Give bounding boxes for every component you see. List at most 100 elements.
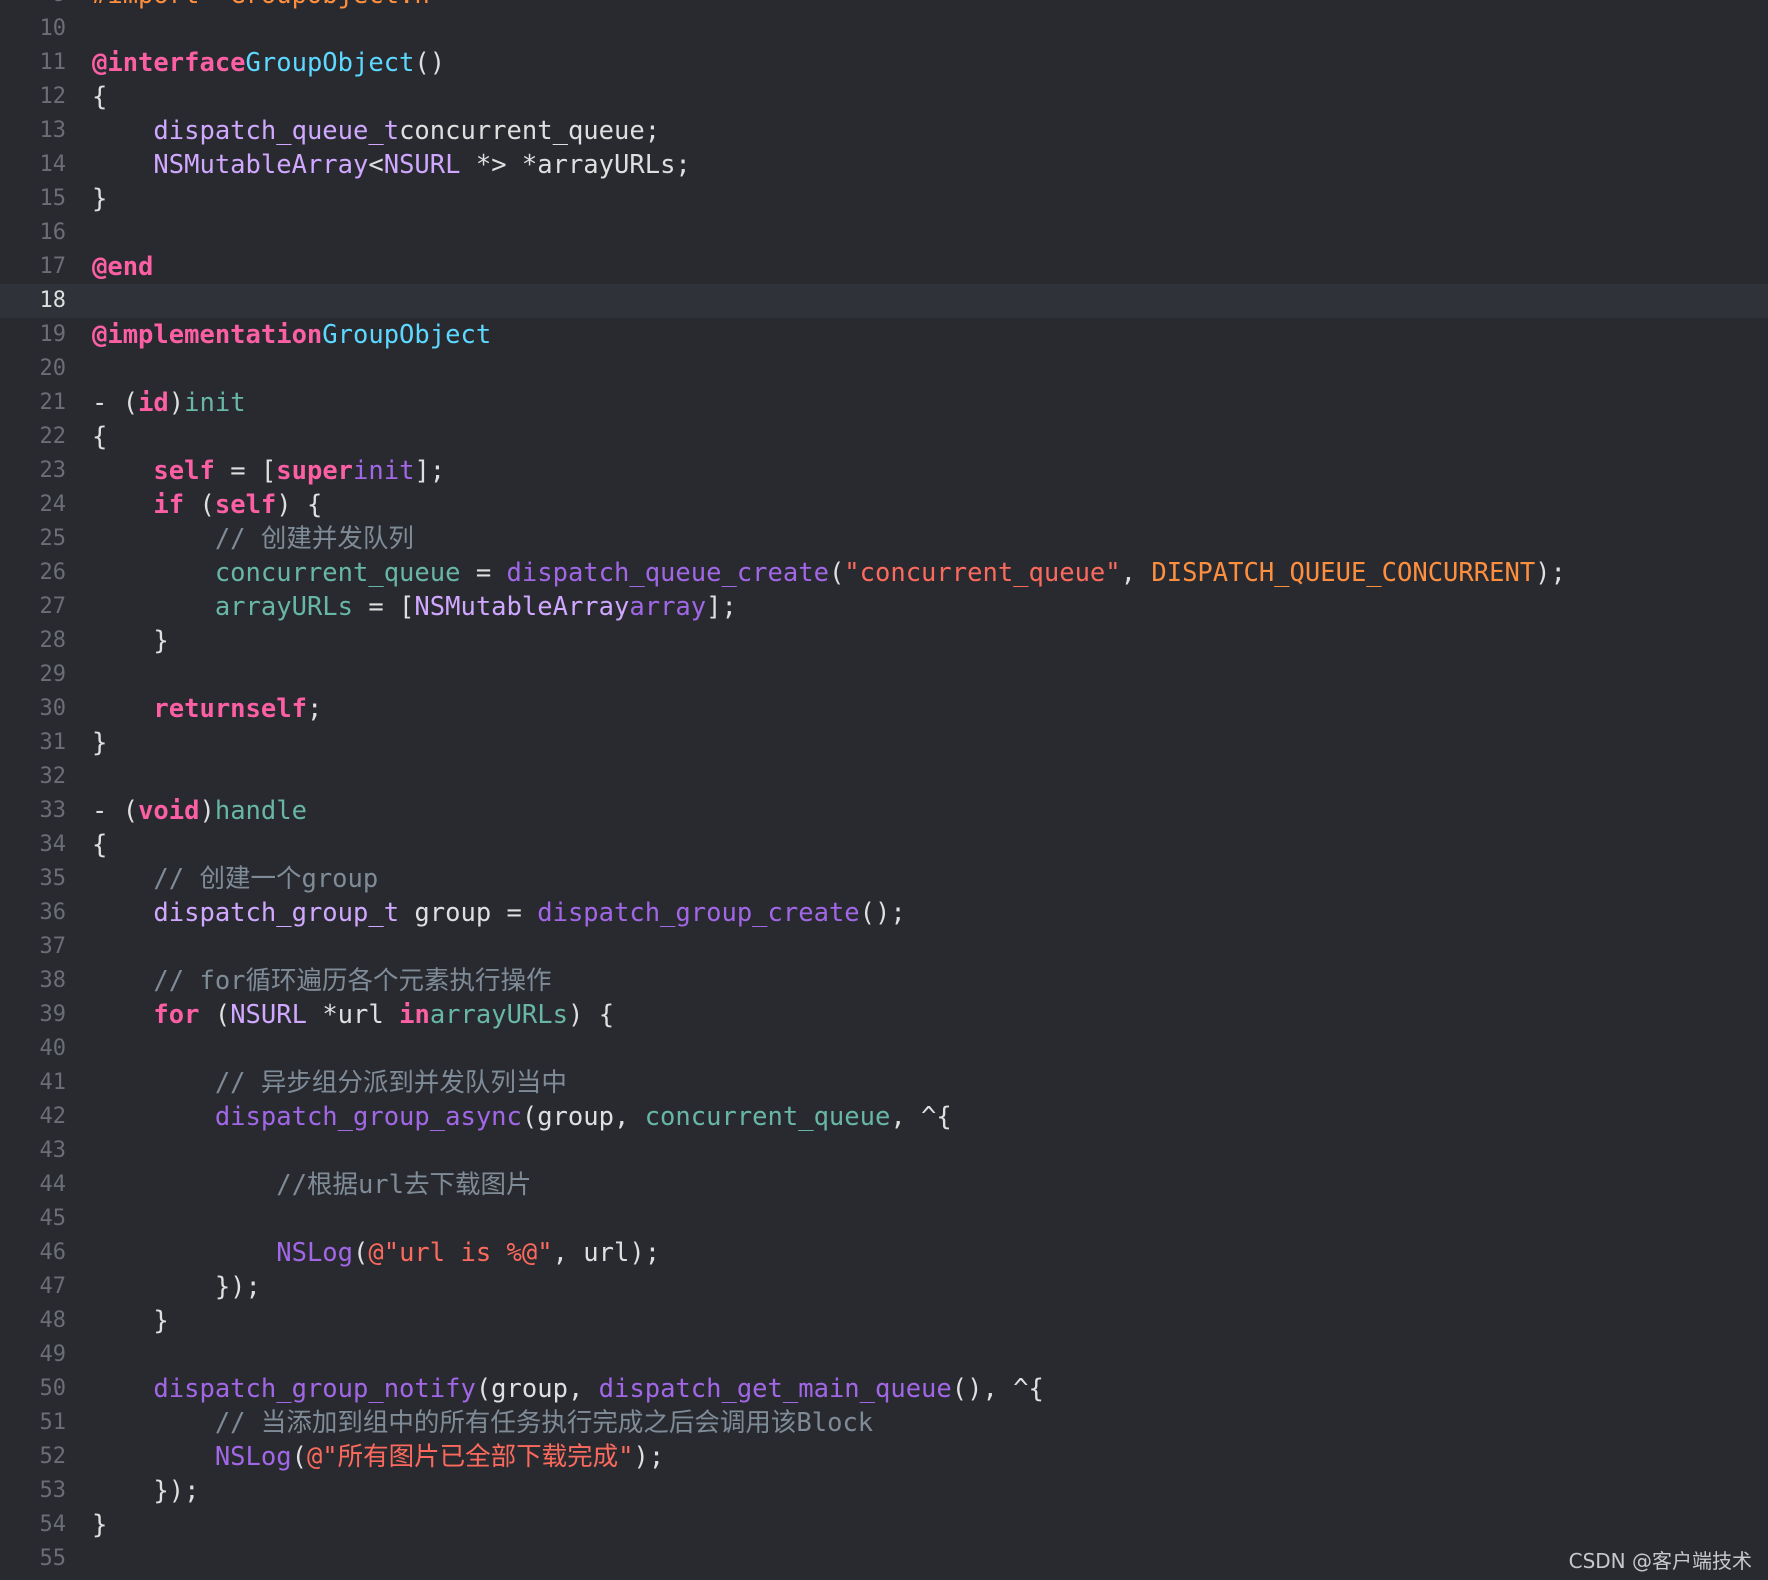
code-text: // 当添加到组中的所有任务执行完成之后会调用该Block [92,1406,873,1440]
code-text: @interfaceGroupObject() [92,46,445,80]
code-line[interactable]: 45 [0,1202,1768,1236]
code-line[interactable]: 27 arrayURLs = [NSMutableArrayarray]; [0,590,1768,624]
code-line[interactable]: 14 NSMutableArray<NSURL *> *arrayURLs; [0,148,1768,182]
code-token: concurrent_queue [644,1102,891,1132]
code-text: dispatch_group_t group = dispatch_group_… [92,896,905,930]
code-line[interactable]: 11 @interfaceGroupObject() [0,46,1768,80]
code-line[interactable]: 53 }); [0,1474,1768,1508]
code-line[interactable]: 19 @implementationGroupObject [0,318,1768,352]
code-token: = [ [353,592,415,622]
code-line[interactable]: 44 //根据url去下载图片 [0,1168,1768,1202]
watermark-text: CSDN @客户端技术 [1568,1549,1752,1573]
code-token: *url [306,1000,400,1030]
code-line[interactable]: 25 // 创建并发队列 [0,522,1768,556]
code-text: NSLog(@"url is %@", url); [92,1236,660,1270]
code-line[interactable]: 26 concurrent_queue = dispatch_queue_cre… [0,556,1768,590]
line-number: 55 [39,1546,67,1571]
code-token: ( [353,1238,369,1268]
code-line[interactable]: 34 { [0,828,1768,862]
code-token: ) [168,388,185,418]
code-line[interactable]: 17 @end [0,250,1768,284]
code-text: concurrent_queue = dispatch_queue_create… [92,556,1566,590]
code-line[interactable]: 31} [0,726,1768,760]
code-token: dispatch_group_create [537,898,860,928]
line-number: 16 [39,220,67,245]
code-line[interactable]: 37 [0,930,1768,964]
line-number: 35 [39,866,67,891]
line-number: 27 [39,594,67,619]
line-number: 12 [39,84,67,109]
line-number: 9 [0,0,66,12]
code-text: //根据url去下载图片 [92,1168,531,1202]
code-text: { [92,828,107,862]
code-line[interactable]: 10 [0,12,1768,46]
code-line[interactable]: 32 [0,760,1768,794]
code-token: self [153,456,215,486]
code-line[interactable]: 23 self = [superinit]; [0,454,1768,488]
code-line[interactable]: 28 } [0,624,1768,658]
code-line[interactable]: 48 } [0,1304,1768,1338]
line-number: 24 [39,492,67,517]
line-number: 34 [39,832,67,857]
code-line[interactable]: 39 for (NSURL *url inarrayURLs) { [0,998,1768,1032]
code-token: { [92,422,108,452]
code-line[interactable]: 55 [0,1542,1768,1576]
code-line[interactable]: 24 if (self) { [0,488,1768,522]
code-token: NSURL [383,150,461,180]
code-line[interactable]: 29 [0,658,1768,692]
code-line[interactable]: 12 { [0,80,1768,114]
line-number: 22 [39,424,67,449]
code-token: arrayURLs [429,1000,568,1030]
line-number: 46 [39,1240,67,1265]
code-line[interactable]: 51 // 当添加到组中的所有任务执行完成之后会调用该Block [0,1406,1768,1440]
code-line[interactable]: 21 - (id)init [0,386,1768,420]
line-number: 47 [39,1274,67,1299]
code-token: dispatch_get_main_queue [598,1374,952,1404]
code-token: (group, [521,1102,645,1132]
code-token: @end [92,252,154,282]
code-line[interactable]: 15} [0,182,1768,216]
code-token: ]; [414,456,446,486]
code-line[interactable]: 47 }); [0,1270,1768,1304]
line-number: 44 [39,1172,67,1197]
code-line[interactable]: 52 NSLog(@"所有图片已全部下载完成"); [0,1440,1768,1474]
code-line[interactable]: 18 [0,284,1768,318]
code-line[interactable]: 36 dispatch_group_t group = dispatch_gro… [0,896,1768,930]
code-line[interactable]: 20 [0,352,1768,386]
code-text: // 创建并发队列 [92,522,414,556]
code-line[interactable]: 41 // 异步组分派到并发队列当中 [0,1066,1768,1100]
code-line[interactable]: 33 - (void)handle [0,794,1768,828]
code-token: ); [633,1442,665,1472]
code-line[interactable]: 13 dispatch_queue_tconcurrent_queue; [0,114,1768,148]
code-token: { [92,830,108,860]
code-line[interactable]: 35 // 创建一个group [0,862,1768,896]
code-token: dispatch_group_async [214,1102,522,1132]
code-token: // 创建并发队列 [214,524,414,554]
code-line[interactable]: 43 [0,1134,1768,1168]
code-line[interactable]: 30 returnself; [0,692,1768,726]
code-token: id [138,388,169,418]
code-line[interactable]: 22 { [0,420,1768,454]
code-line[interactable]: 40 [0,1032,1768,1066]
code-token: < [368,150,384,180]
code-token: ); [1535,558,1566,588]
code-text: }); [92,1474,199,1508]
code-line[interactable]: 50 dispatch_group_notify(group, dispatch… [0,1372,1768,1406]
code-line[interactable]: 38 // for循环遍历各个元素执行操作 [0,964,1768,998]
code-editor[interactable]: 9#import "GroupObject.h"1011@interfaceGr… [0,0,1768,1580]
code-line[interactable]: 49 [0,1338,1768,1372]
code-line[interactable]: 42 dispatch_group_async(group, concurren… [0,1100,1768,1134]
code-line[interactable]: 9 #import "GroupObject.h" [0,0,1768,12]
code-token: @interface [92,48,246,78]
code-token: }); [92,1272,261,1302]
code-line[interactable]: 46 NSLog(@"url is %@", url); [0,1236,1768,1270]
code-line[interactable]: 16 [0,216,1768,250]
line-number: 31 [39,730,67,755]
code-line[interactable]: 54} [0,1508,1768,1542]
code-token: GroupObject [322,320,492,350]
code-token: self [245,694,307,724]
code-token: return [153,694,246,724]
